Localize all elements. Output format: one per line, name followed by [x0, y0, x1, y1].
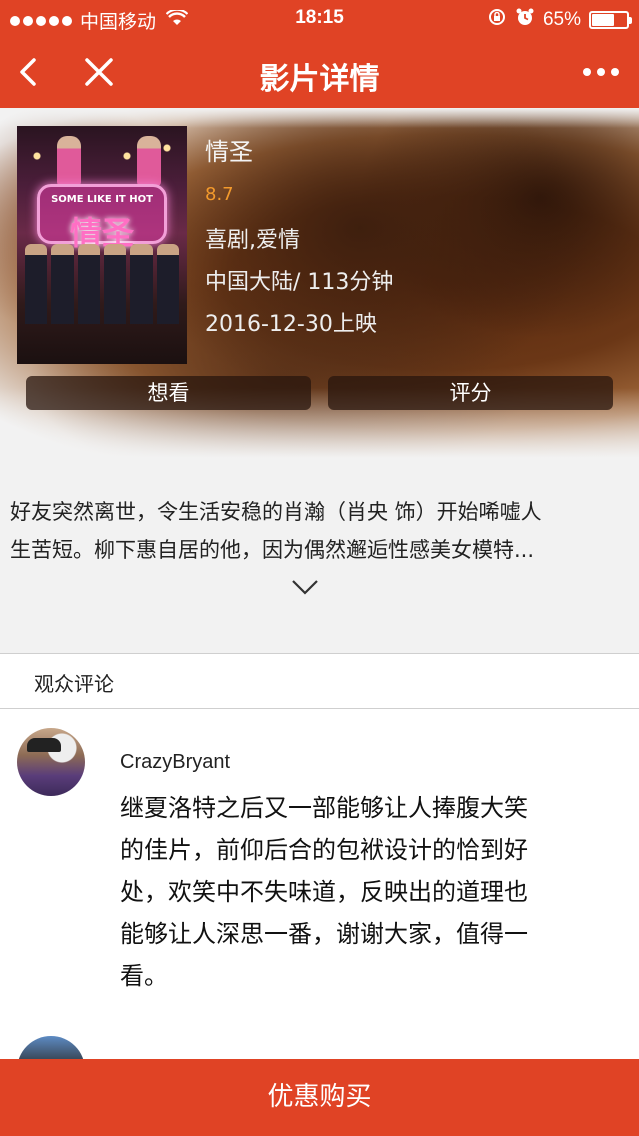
- more-button[interactable]: [583, 58, 619, 86]
- avatar[interactable]: [17, 728, 85, 796]
- poster-figure: [57, 136, 81, 186]
- comment-line: 能够让人深思一番，谢谢大家，值得一: [120, 920, 528, 948]
- chevron-left-icon: [20, 58, 36, 86]
- close-icon: [85, 58, 113, 86]
- want-to-watch-button[interactable]: 想看: [26, 376, 311, 410]
- comments-list: CrazyBryant 继夏洛特之后又一部能够让人捧腹大笑 的佳片，前仰后合的包…: [0, 709, 639, 1069]
- expand-synopsis-button[interactable]: [290, 576, 320, 598]
- battery-percent: 65%: [542, 8, 581, 30]
- buy-button[interactable]: 优惠购买: [0, 1059, 639, 1136]
- battery-icon: [589, 10, 632, 29]
- close-button[interactable]: [82, 52, 116, 92]
- movie-release-date: 2016-12-30上映: [205, 312, 377, 337]
- poster-cast: [25, 244, 179, 324]
- synopsis[interactable]: 好友突然离世，令生活安稳的肖瀚（肖央 饰）开始唏嘘人 生苦短。柳下惠自居的他，因…: [10, 493, 630, 569]
- comment-username: CrazyBryant: [120, 751, 231, 773]
- more-dot: [583, 68, 591, 76]
- chevron-down-icon: [292, 580, 318, 595]
- comments-header: 观众评论: [0, 653, 639, 709]
- hero-top-fade: [0, 108, 639, 128]
- movie-region-duration: 中国大陆/ 113分钟: [205, 270, 394, 295]
- alarm-icon: [515, 7, 535, 32]
- rotation-lock-icon: [487, 7, 507, 32]
- status-right: 65%: [487, 7, 632, 32]
- comment-text: 继夏洛特之后又一部能够让人捧腹大笑 的佳片，前仰后合的包袱设计的恰到好 处，欢笑…: [120, 787, 600, 997]
- nav-bar: 影片详情: [0, 36, 639, 108]
- status-bar: 中国移动 18:15 65%: [0, 0, 639, 36]
- movie-genres: 喜剧,爱情: [205, 228, 300, 253]
- poster-figure: [137, 136, 161, 186]
- movie-score: 8.7: [205, 184, 234, 205]
- comment-line: 看。: [120, 962, 168, 990]
- movie-poster[interactable]: SOME LIKE IT HOT 情圣: [17, 126, 187, 364]
- back-button[interactable]: [14, 52, 44, 92]
- more-dot: [611, 68, 619, 76]
- poster-tagline: SOME LIKE IT HOT: [51, 194, 153, 205]
- comment-line: 的佳片，前仰后合的包袱设计的恰到好: [120, 836, 528, 864]
- synopsis-line: 好友突然离世，令生活安稳的肖瀚（肖央 饰）开始唏嘘人: [10, 500, 542, 524]
- synopsis-line: 生苦短。柳下惠自居的他，因为偶然邂逅性感美女模特...: [10, 538, 535, 562]
- comment-line: 处，欢笑中不失味道，反映出的道理也: [120, 878, 528, 906]
- poster-lights: [17, 126, 187, 166]
- movie-hero: SOME LIKE IT HOT 情圣 情圣 8.7 喜剧,爱情 中国大陆/ 1…: [0, 108, 639, 458]
- comment-line: 继夏洛特之后又一部能够让人捧腹大笑: [120, 794, 528, 822]
- comments-title: 观众评论: [34, 672, 114, 696]
- rate-button[interactable]: 评分: [328, 376, 613, 410]
- more-dot: [597, 68, 605, 76]
- movie-name: 情圣: [205, 138, 253, 166]
- battery-fill: [592, 13, 615, 26]
